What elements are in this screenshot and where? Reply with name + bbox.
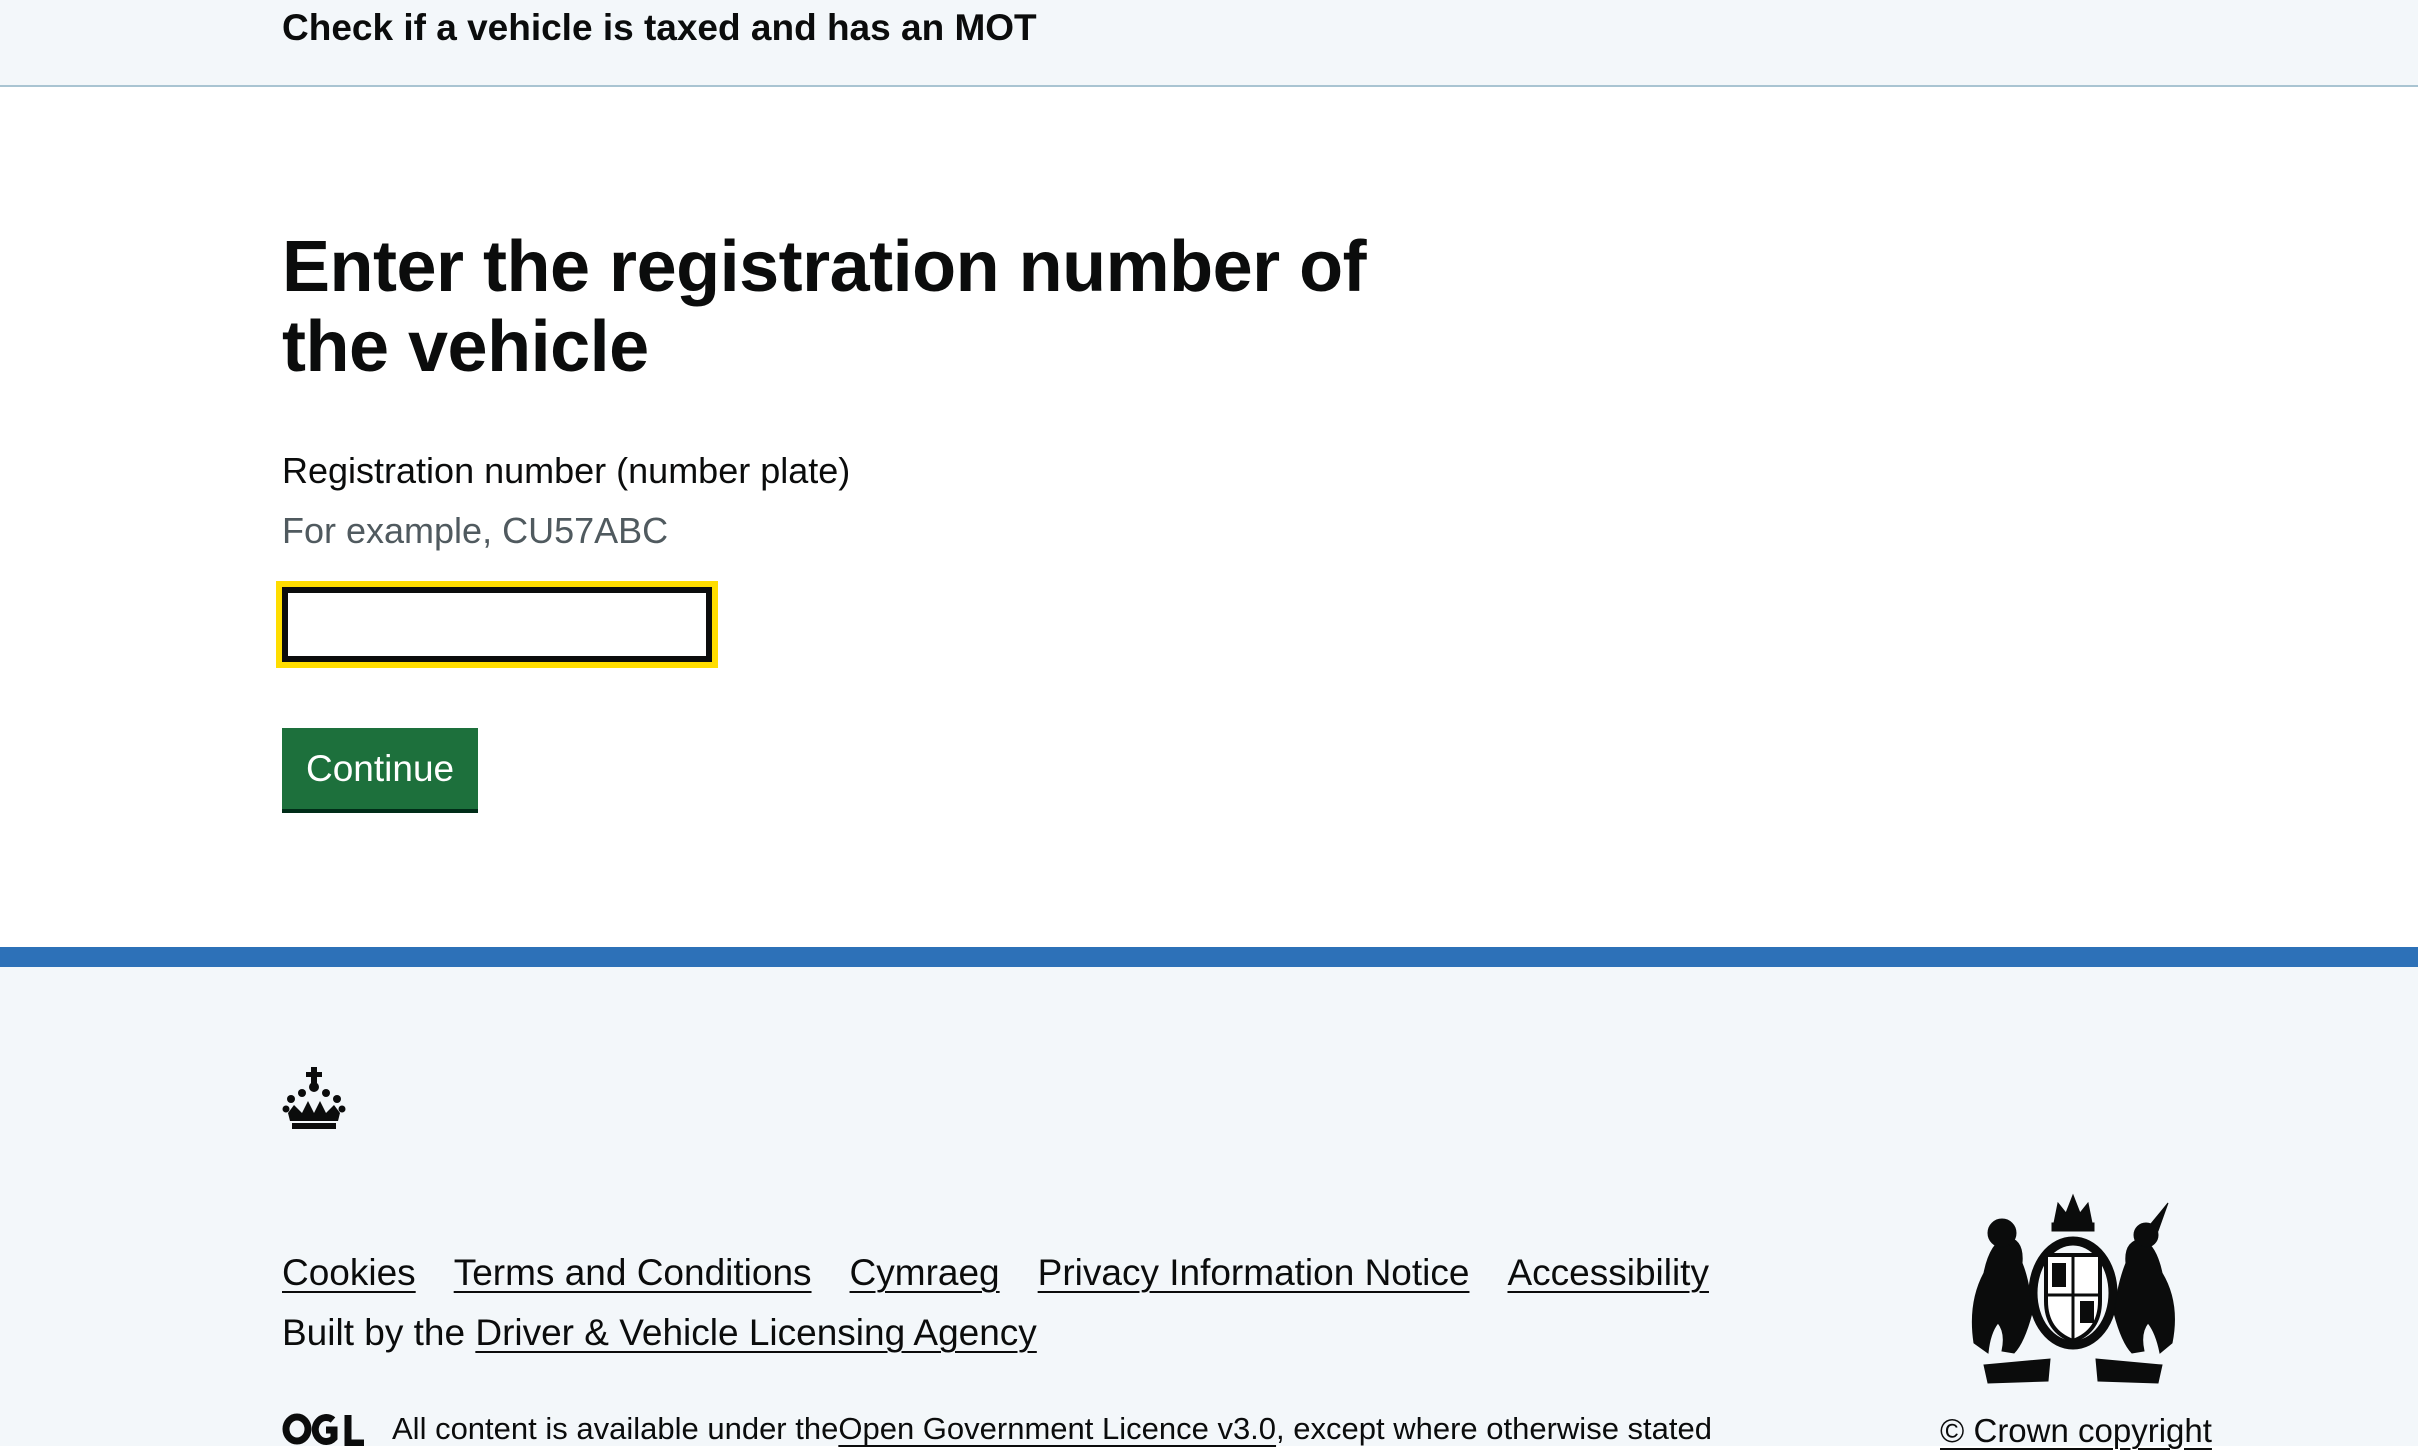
registration-hint: For example, CU57ABC (282, 510, 669, 551)
ogl-icon (282, 1413, 364, 1446)
licence-suffix: , except where otherwise stated (1276, 1411, 1712, 1446)
crown-copyright-link[interactable]: © Crown copyright (1940, 1411, 2212, 1451)
page-title: Enter the registration number of the veh… (282, 227, 1367, 387)
terms-link[interactable]: Terms and Conditions (454, 1251, 812, 1295)
licence-statement: All content is available under the Open … (282, 1409, 1712, 1449)
footer: Cookies Terms and Conditions Cymraeg Pri… (0, 947, 2418, 1449)
built-by-prefix: Built by the (282, 1312, 476, 1353)
ogl-link[interactable]: Open Government Licence v3.0 (838, 1409, 1276, 1449)
footer-links: Cookies Terms and Conditions Cymraeg Pri… (282, 1251, 1709, 1295)
accessibility-link[interactable]: Accessibility (1507, 1251, 1709, 1295)
crown-icon (282, 1067, 346, 1129)
royal-coat-of-arms-icon (1971, 1193, 2175, 1384)
licence-prefix: All content is available under the (392, 1411, 839, 1446)
built-by: Built by the Driver & Vehicle Licensing … (282, 1311, 1037, 1355)
registration-number-input[interactable] (276, 581, 718, 668)
service-name[interactable]: Check if a vehicle is taxed and has an M… (282, 4, 1037, 52)
cymraeg-link[interactable]: Cymraeg (850, 1251, 1000, 1295)
dvla-link[interactable]: Driver & Vehicle Licensing Agency (475, 1312, 1036, 1353)
continue-button[interactable]: Continue (282, 728, 479, 809)
service-header: Check if a vehicle is taxed and has an M… (0, 0, 2418, 87)
privacy-link[interactable]: Privacy Information Notice (1038, 1251, 1470, 1295)
registration-label: Registration number (number plate) (282, 450, 851, 491)
cookies-link[interactable]: Cookies (282, 1251, 416, 1295)
